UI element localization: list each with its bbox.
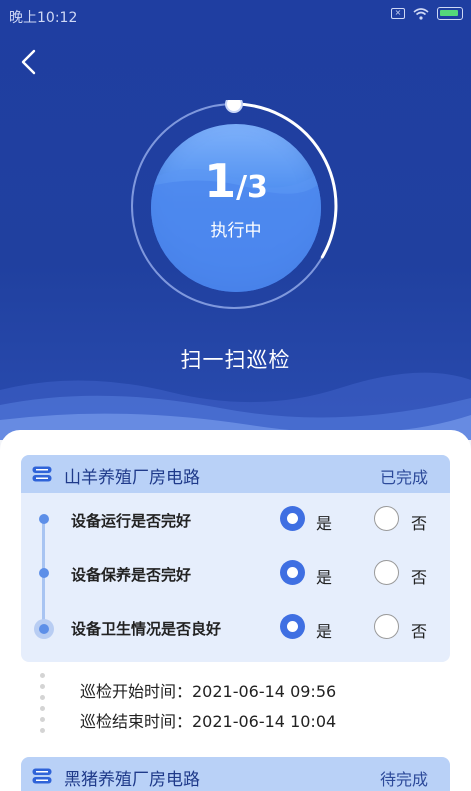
- inspection-end-time: 巡检结束时间：2021-06-14 10:04: [80, 712, 337, 731]
- wifi-icon: [413, 7, 429, 20]
- status-time: 晚上10:12: [9, 10, 78, 26]
- radio-no-label: 否: [411, 568, 428, 587]
- radio-no-label: 否: [411, 514, 428, 533]
- scan-title[interactable]: 扫一扫巡检: [0, 344, 471, 374]
- radio-no[interactable]: [374, 560, 399, 585]
- task-status: 已完成: [379, 468, 428, 487]
- radio-yes-label: 是: [316, 514, 333, 533]
- task-header[interactable]: 黑猪养殖厂房电路 待完成: [21, 757, 450, 791]
- progress-total: 3: [247, 170, 268, 205]
- timeline-dot: [39, 568, 49, 578]
- inspection-start-time: 巡检开始时间：2021-06-14 09:56: [80, 682, 337, 701]
- progress-knob: [225, 100, 243, 113]
- radio-yes-label: 是: [316, 568, 333, 587]
- progress-status: 执行中: [210, 221, 262, 241]
- radio-no[interactable]: [374, 614, 399, 639]
- timeline-dot-current: [34, 619, 54, 639]
- radio-yes[interactable]: [280, 614, 305, 639]
- progress-ball: [151, 124, 321, 292]
- task-name: 山羊养殖厂房电路: [64, 468, 200, 488]
- battery-icon: [437, 7, 463, 20]
- radio-yes[interactable]: [280, 560, 305, 585]
- radio-yes-label: 是: [316, 622, 333, 641]
- task-name: 黑猪养殖厂房电路: [64, 770, 200, 790]
- check-question: 设备运行是否完好: [71, 512, 192, 530]
- status-icons: ×: [391, 7, 463, 20]
- dotted-connector: [40, 673, 46, 745]
- radio-no[interactable]: [374, 506, 399, 531]
- server-icon: [32, 768, 52, 784]
- check-question: 设备卫生情况是否良好: [71, 620, 222, 638]
- check-question: 设备保养是否完好: [71, 566, 192, 584]
- notification-icon: ×: [391, 8, 405, 19]
- progress-slash: /: [236, 170, 248, 205]
- task-header[interactable]: 山羊养殖厂房电路 已完成: [21, 455, 450, 493]
- timeline-dot: [39, 514, 49, 524]
- status-bar: 晚上10:12 ×: [0, 0, 471, 32]
- progress-current: 1: [204, 154, 237, 208]
- progress-count: 1/3: [151, 154, 321, 208]
- radio-yes[interactable]: [280, 506, 305, 531]
- task-status: 待完成: [379, 770, 428, 789]
- server-icon: [32, 466, 52, 482]
- radio-no-label: 否: [411, 622, 428, 641]
- chevron-left-icon[interactable]: [16, 48, 44, 76]
